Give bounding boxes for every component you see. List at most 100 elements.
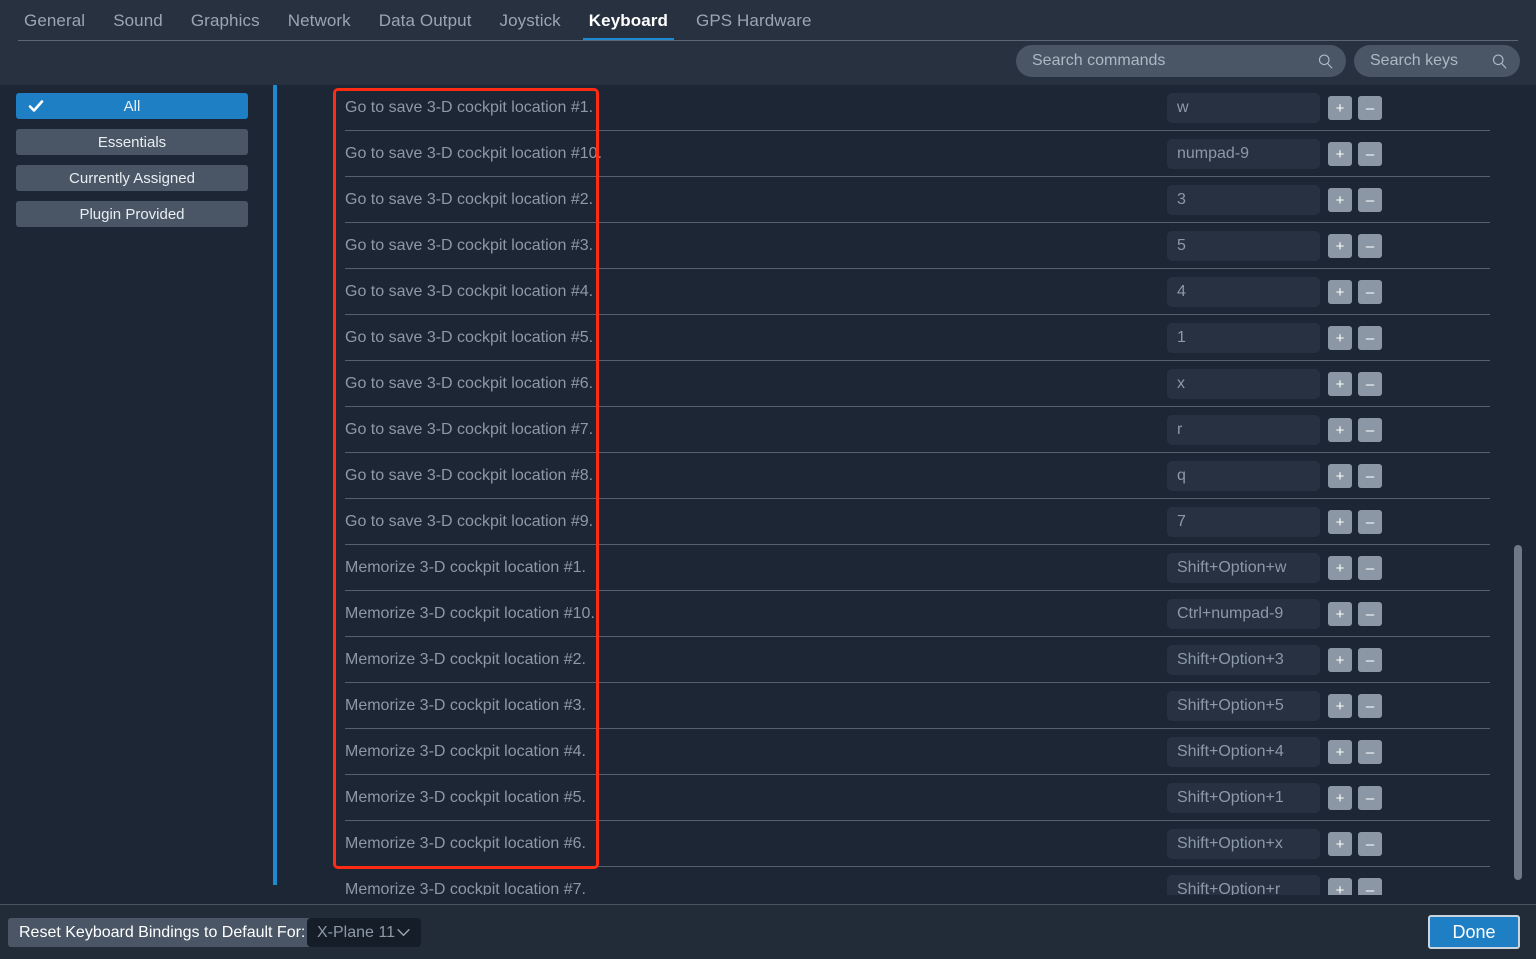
key-binding-field[interactable]: Shift+Option+w [1167,553,1320,583]
command-name[interactable]: Go to save 3-D cockpit location #9. [345,513,658,531]
command-name[interactable]: Go to save 3-D cockpit location #8. [345,467,658,485]
remove-binding-button[interactable]: – [1358,510,1382,534]
command-name[interactable]: Go to save 3-D cockpit location #1. [345,99,658,117]
key-binding-field[interactable]: 4 [1167,277,1320,307]
add-binding-button[interactable]: + [1328,188,1352,212]
list-scrollbar-thumb[interactable] [1514,545,1522,880]
add-binding-button[interactable]: + [1328,510,1352,534]
binding-row: Memorize 3-D cockpit location #10. Ctrl+n… [286,591,1498,637]
key-binding-field[interactable]: 5 [1167,231,1320,261]
command-name[interactable]: Go to save 3-D cockpit location #2. [345,191,658,209]
filter-label: Currently Assigned [69,169,195,187]
command-name[interactable]: Memorize 3-D cockpit location #3. [345,697,658,715]
key-binding-field[interactable]: Shift+Option+5 [1167,691,1320,721]
key-binding-field[interactable]: x [1167,369,1320,399]
command-name[interactable]: Memorize 3-D cockpit location #1. [345,559,658,577]
keyboard-settings-window: General Sound Graphics Network Data Output Jo… [0,0,1536,959]
chevron-down-icon [397,929,410,937]
add-binding-button[interactable]: + [1328,280,1352,304]
tab-network[interactable]: Network [274,0,365,41]
key-binding-field[interactable]: w [1167,93,1320,123]
bottom-toolbar: Reset Keyboard Bindings to Default For: … [0,904,1536,959]
remove-binding-button[interactable]: – [1358,556,1382,580]
remove-binding-button[interactable]: – [1358,96,1382,120]
add-binding-button[interactable]: + [1328,740,1352,764]
command-name[interactable]: Go to save 3-D cockpit location #6. [345,375,658,393]
reset-keyboard-bindings-button[interactable]: Reset Keyboard Bindings to Default For: [8,918,317,947]
search-commands-field[interactable]: Search commands [1016,45,1346,77]
add-binding-button[interactable]: + [1328,418,1352,442]
add-binding-button[interactable]: + [1328,234,1352,258]
add-binding-button[interactable]: + [1328,556,1352,580]
tab-sound[interactable]: Sound [99,0,177,41]
tab-gps-hardware[interactable]: GPS Hardware [682,0,826,41]
key-binding-field[interactable]: Shift+Option+4 [1167,737,1320,767]
filter-all[interactable]: All [16,93,248,119]
key-binding-field[interactable]: numpad-9 [1167,139,1320,169]
panel-accent-bar [273,85,277,885]
binding-row: Memorize 3-D cockpit location #5. Shift+O… [286,775,1498,821]
list-scrollbar-track[interactable] [1512,85,1524,895]
remove-binding-button[interactable]: – [1358,464,1382,488]
remove-binding-button[interactable]: – [1358,648,1382,672]
add-binding-button[interactable]: + [1328,372,1352,396]
search-icon [1492,53,1507,69]
add-binding-button[interactable]: + [1328,464,1352,488]
key-binding-field[interactable]: 3 [1167,185,1320,215]
key-binding-field[interactable]: Shift+Option+1 [1167,783,1320,813]
remove-binding-button[interactable]: – [1358,188,1382,212]
remove-binding-button[interactable]: – [1358,280,1382,304]
key-binding-field[interactable]: 1 [1167,323,1320,353]
remove-binding-button[interactable]: – [1358,326,1382,350]
key-binding-field[interactable]: q [1167,461,1320,491]
add-binding-button[interactable]: + [1328,648,1352,672]
remove-binding-button[interactable]: – [1358,694,1382,718]
add-binding-button[interactable]: + [1328,326,1352,350]
filter-plugin-provided[interactable]: Plugin Provided [16,201,248,227]
tab-joystick[interactable]: Joystick [486,0,575,41]
remove-binding-button[interactable]: – [1358,878,1382,895]
command-name[interactable]: Memorize 3-D cockpit location #4. [345,743,658,761]
key-binding-field[interactable]: Shift+Option+x [1167,829,1320,859]
remove-binding-button[interactable]: – [1358,602,1382,626]
add-binding-button[interactable]: + [1328,694,1352,718]
command-name[interactable]: Go to save 3-D cockpit location #3. [345,237,658,255]
key-binding-field[interactable]: Ctrl+numpad-9 [1167,599,1320,629]
command-name[interactable]: Go to save 3-D cockpit location #10. [345,145,658,163]
command-name[interactable]: Memorize 3-D cockpit location #5. [345,789,658,807]
command-name[interactable]: Go to save 3-D cockpit location #4. [345,283,658,301]
remove-binding-button[interactable]: – [1358,234,1382,258]
remove-binding-button[interactable]: – [1358,142,1382,166]
key-binding-field[interactable]: 7 [1167,507,1320,537]
command-name[interactable]: Memorize 3-D cockpit location #7. [345,881,658,895]
filter-essentials[interactable]: Essentials [16,129,248,155]
tab-general[interactable]: General [10,0,99,41]
tab-graphics[interactable]: Graphics [177,0,274,41]
add-binding-button[interactable]: + [1328,96,1352,120]
command-name[interactable]: Go to save 3-D cockpit location #7. [345,421,658,439]
remove-binding-button[interactable]: – [1358,832,1382,856]
add-binding-button[interactable]: + [1328,786,1352,810]
add-binding-button[interactable]: + [1328,602,1352,626]
done-button[interactable]: Done [1428,915,1520,949]
add-binding-button[interactable]: + [1328,832,1352,856]
tab-data-output[interactable]: Data Output [365,0,486,41]
add-binding-button[interactable]: + [1328,878,1352,895]
add-binding-button[interactable]: + [1328,142,1352,166]
command-name[interactable]: Memorize 3-D cockpit location #6. [345,835,658,853]
filter-currently-assigned[interactable]: Currently Assigned [16,165,248,191]
key-binding-field[interactable]: r [1167,415,1320,445]
key-binding-field[interactable]: Shift+Option+3 [1167,645,1320,675]
remove-binding-button[interactable]: – [1358,372,1382,396]
tab-label: General [24,10,86,30]
remove-binding-button[interactable]: – [1358,740,1382,764]
command-name[interactable]: Memorize 3-D cockpit location #2. [345,651,658,669]
command-name[interactable]: Memorize 3-D cockpit location #10. [345,605,658,623]
search-keys-field[interactable]: Search keys [1354,45,1520,77]
tab-keyboard[interactable]: Keyboard [575,0,682,41]
remove-binding-button[interactable]: – [1358,786,1382,810]
key-binding-field[interactable]: Shift+Option+r [1167,875,1320,895]
command-name[interactable]: Go to save 3-D cockpit location #5. [345,329,658,347]
aircraft-version-dropdown[interactable]: X-Plane 11 [307,918,421,947]
remove-binding-button[interactable]: – [1358,418,1382,442]
